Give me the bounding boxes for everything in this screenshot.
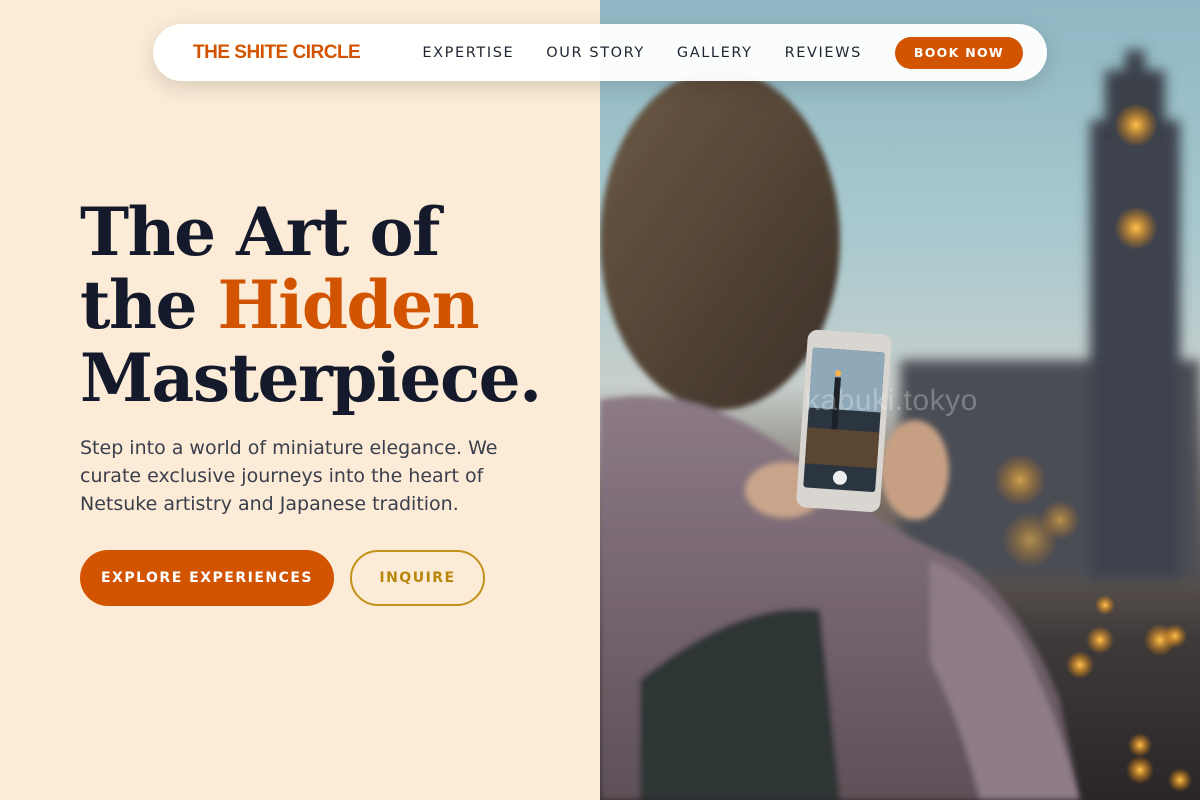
explore-experiences-button[interactable]: EXPLORE EXPERIENCES: [80, 550, 334, 606]
image-watermark: kabuki.tokyo: [805, 384, 978, 417]
nav-link-reviews[interactable]: REVIEWS: [785, 45, 862, 61]
nav-link-our-story[interactable]: OUR STORY: [546, 45, 645, 61]
nav-link-expertise[interactable]: EXPERTISE: [422, 45, 514, 61]
inquire-button[interactable]: INQUIRE: [350, 550, 485, 606]
top-navigation: THE SHITE CIRCLE EXPERTISE OUR STORY GAL…: [153, 24, 1047, 81]
hero-description: Step into a world of miniature elegance.…: [80, 437, 498, 515]
book-now-button[interactable]: BOOK NOW: [894, 36, 1023, 69]
nav-links: EXPERTISE OUR STORY GALLERY REVIEWS BOOK…: [422, 36, 1023, 69]
hero-title-line-3: Masterpiece.: [80, 339, 542, 417]
hero-title-line-2-prefix: the: [80, 266, 218, 344]
nav-link-gallery[interactable]: GALLERY: [677, 45, 753, 61]
hero-photo: kabuki.tokyo: [600, 0, 1200, 800]
hero-title-accent: Hidden: [217, 266, 479, 344]
hero-title-line-1: The Art of: [80, 193, 440, 271]
brand-logo[interactable]: THE SHITE CIRCLE: [193, 42, 361, 64]
hero-title: The Art of the Hidden Masterpiece.: [80, 193, 542, 417]
